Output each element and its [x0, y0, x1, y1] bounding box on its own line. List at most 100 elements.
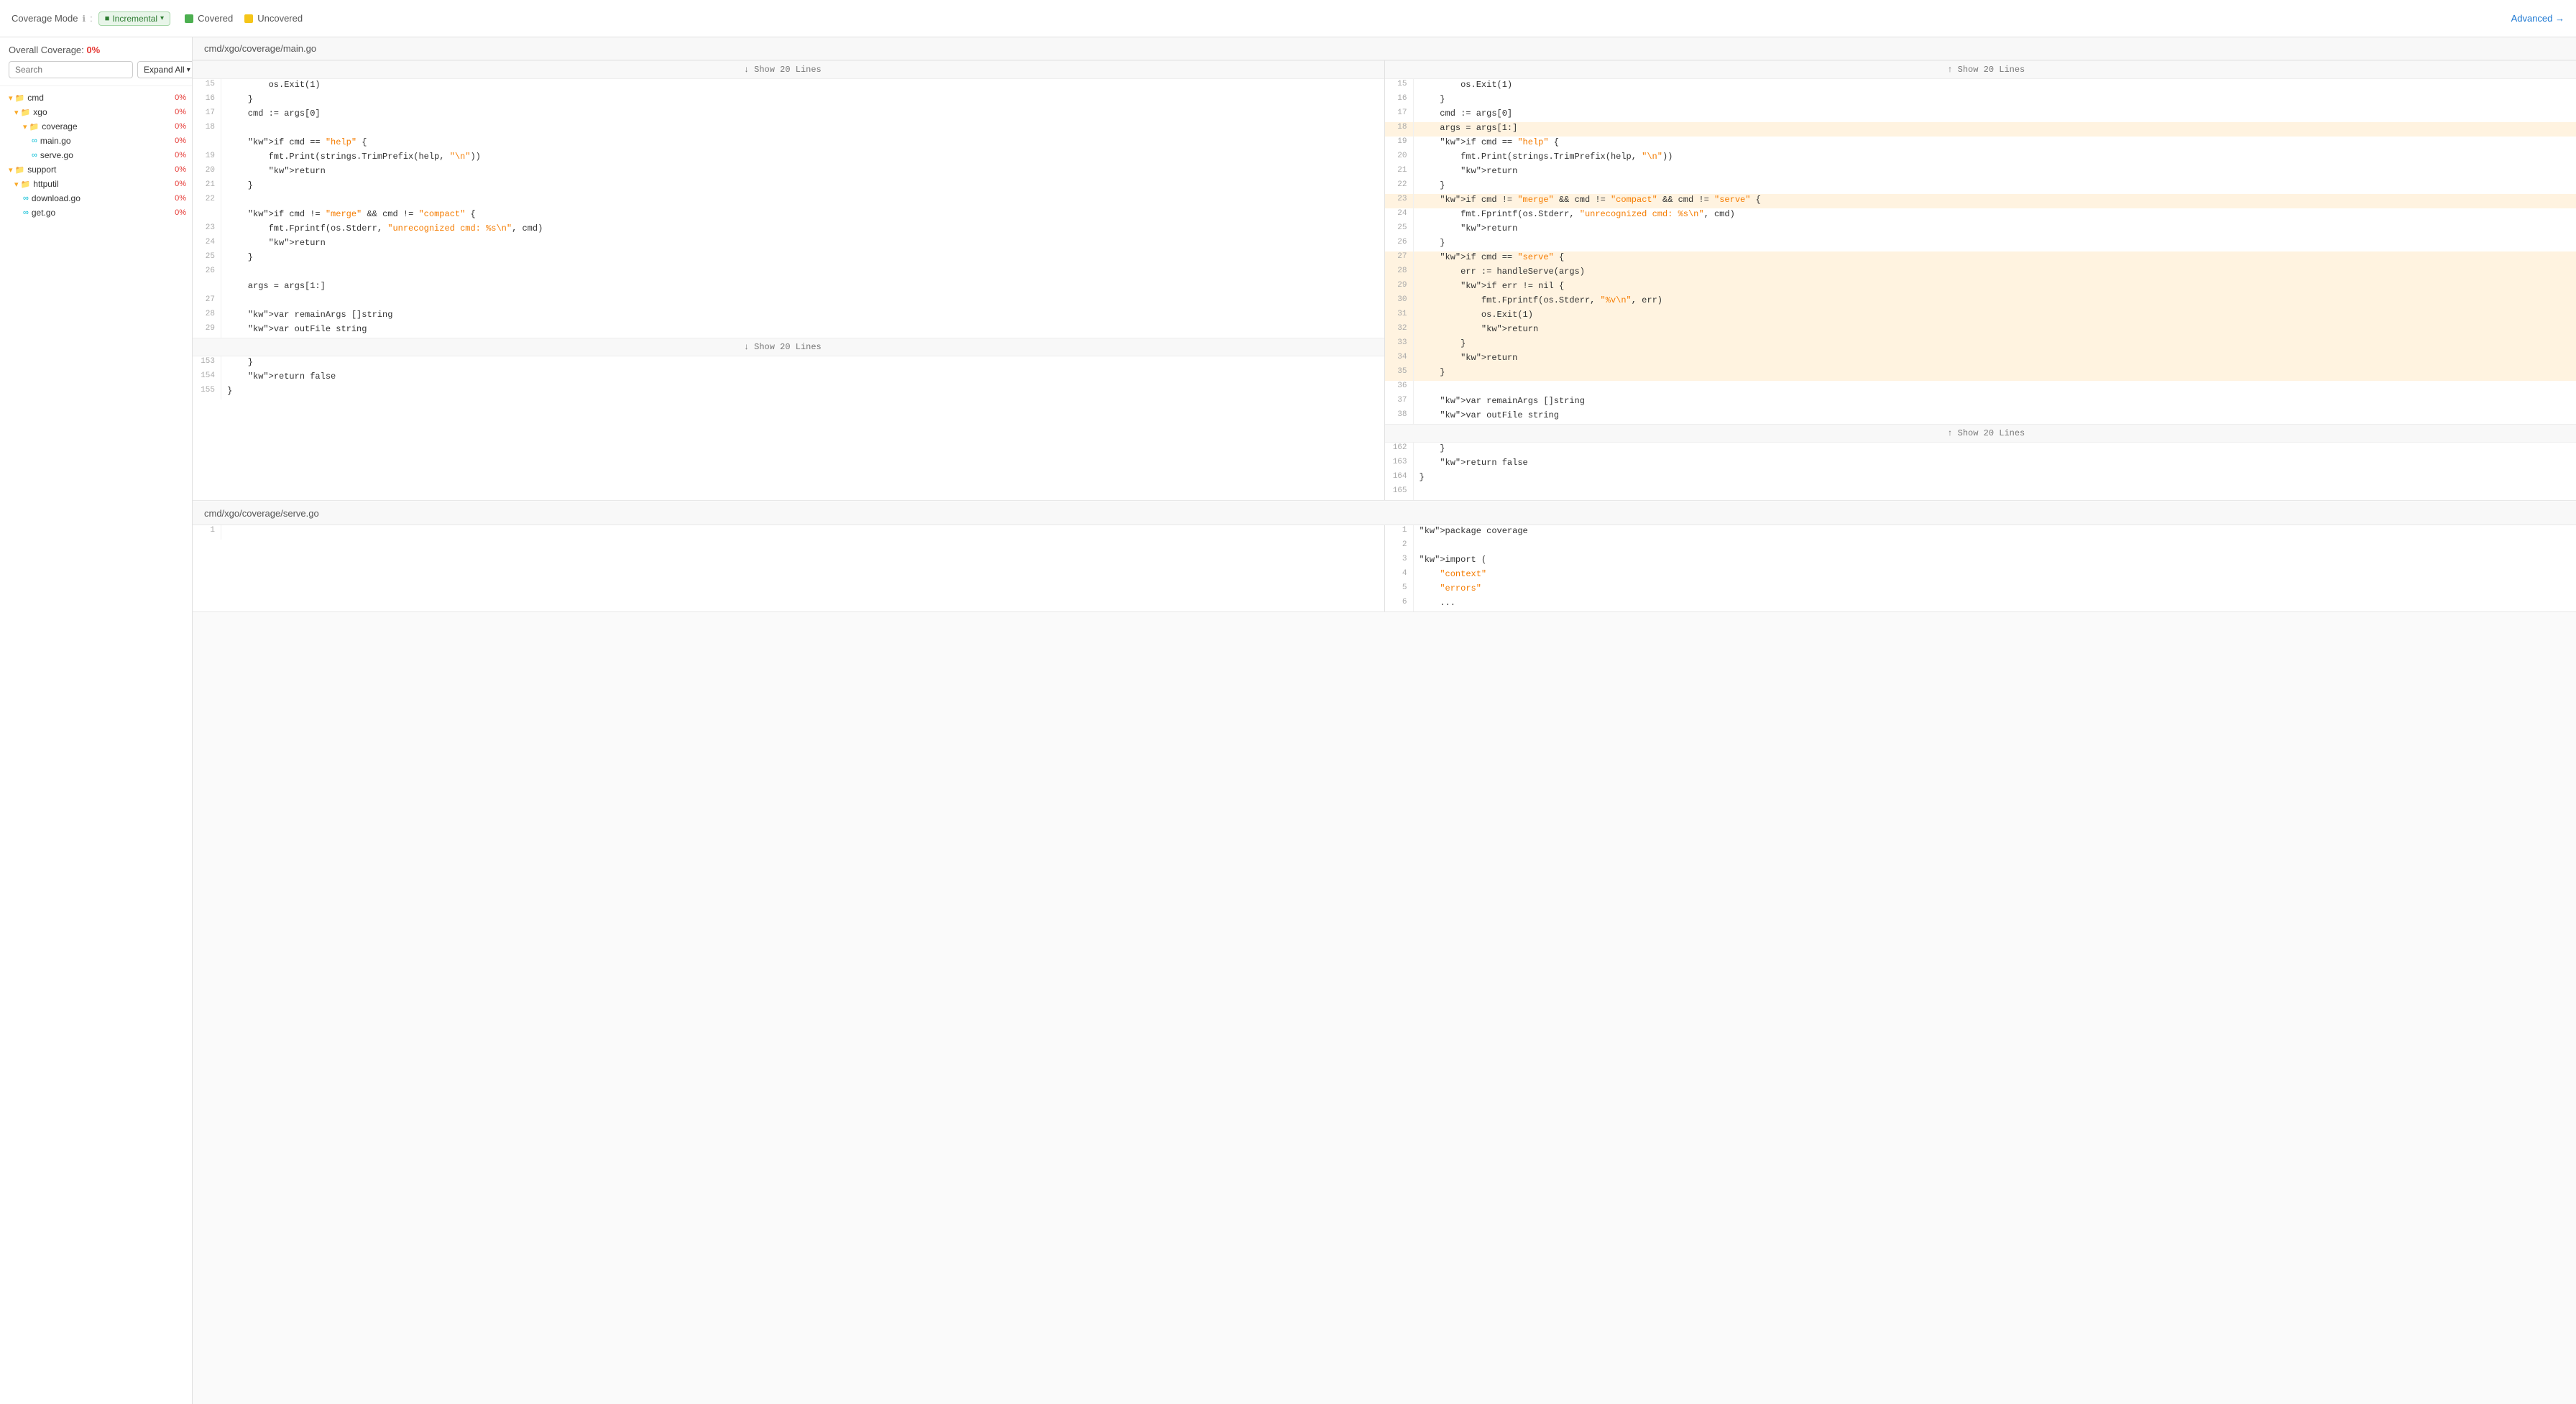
uncovered-legend-item: Uncovered	[244, 13, 303, 24]
right-code-block: ↑ Show 20 Lines15 os.Exit(1)16 }17 cmd :…	[1385, 60, 2576, 500]
tree-item-pct: 0%	[166, 208, 186, 217]
go-file-icon: ∞	[32, 137, 37, 145]
line-content	[221, 122, 1384, 137]
tree-item-main-go[interactable]: ∞main.go0%	[0, 134, 192, 148]
tree-item-get-go[interactable]: ∞get.go0%	[0, 205, 192, 220]
line-content: fmt.Fprintf(os.Stderr, "%v\n", err)	[1414, 295, 2576, 309]
code-row: 18 args = args[1:]	[1385, 122, 2576, 137]
line-number: 38	[1385, 410, 1414, 424]
line-number: 28	[1385, 266, 1414, 280]
show-lines-left-button[interactable]: ↓ Show 20 Lines	[744, 342, 822, 352]
line-number: 18	[193, 122, 221, 137]
tree-item-xgo[interactable]: ▾ 📁xgo0%	[0, 105, 192, 119]
line-number: 17	[1385, 108, 1414, 122]
code-row: 33 }	[1385, 338, 2576, 352]
code-row: 31 os.Exit(1)	[1385, 309, 2576, 323]
tree-item-pct: 0%	[166, 165, 186, 174]
sidebar-controls: Expand All ▾	[9, 61, 183, 78]
tree-item-label: get.go	[32, 208, 166, 218]
coverage-mode-label: Coverage Mode	[12, 13, 78, 24]
line-content: fmt.Print(strings.TrimPrefix(help, "\n")…	[221, 151, 1384, 165]
show-lines-right-button[interactable]: ↑ Show 20 Lines	[1947, 428, 2025, 438]
main-layout: Overall Coverage: 0% Expand All ▾ ▾ 📁cmd…	[0, 37, 2576, 1404]
line-number: 19	[193, 151, 221, 165]
show-lines-bar[interactable]: ↑ Show 20 Lines	[1385, 60, 2576, 79]
line-number: 24	[1385, 208, 1414, 223]
code-row: 163 "kw">return false	[1385, 457, 2576, 471]
expand-all-button[interactable]: Expand All ▾	[137, 61, 193, 78]
line-number: 26	[1385, 237, 1414, 251]
line-content: "kw">var outFile string	[221, 323, 1384, 338]
show-lines-bar[interactable]: ↓ Show 20 Lines	[193, 338, 1384, 356]
line-content	[1414, 540, 2576, 554]
advanced-link[interactable]: Advanced →	[2511, 13, 2564, 24]
coverage-mode-button[interactable]: ■ Incremental ▾	[98, 11, 170, 26]
tree-item-label: httputil	[33, 179, 166, 189]
covered-legend-item: Covered	[185, 13, 233, 24]
go-file-icon: ∞	[23, 208, 29, 217]
line-content: }	[221, 93, 1384, 108]
tree-item-support[interactable]: ▾ 📁support0%	[0, 162, 192, 177]
line-content: "kw">import (	[1414, 554, 2576, 568]
line-number: 5	[1385, 583, 1414, 597]
line-number: 25	[193, 251, 221, 266]
line-content: "kw">return	[221, 165, 1384, 180]
line-content	[1414, 381, 2576, 395]
sidebar: Overall Coverage: 0% Expand All ▾ ▾ 📁cmd…	[0, 37, 193, 1404]
line-number: 1	[1385, 525, 1414, 540]
line-number: 17	[193, 108, 221, 122]
line-content: os.Exit(1)	[1414, 79, 2576, 93]
line-content: "kw">var outFile string	[1414, 410, 2576, 424]
tree-item-httputil[interactable]: ▾ 📁httputil0%	[0, 177, 192, 191]
line-content: args = args[1:]	[221, 280, 1384, 295]
tree-item-label: serve.go	[40, 150, 166, 160]
line-content: cmd := args[0]	[221, 108, 1384, 122]
code-row: 1"kw">package coverage	[1385, 525, 2576, 540]
line-number: 37	[1385, 395, 1414, 410]
tree-item-pct: 0%	[166, 180, 186, 188]
overall-pct: 0%	[86, 45, 100, 55]
expand-chevron-icon: ▾	[187, 66, 190, 74]
line-content: "context"	[1414, 568, 2576, 583]
show-lines-right-button[interactable]: ↑ Show 20 Lines	[1947, 65, 2025, 75]
go-file-icon: ∞	[23, 194, 29, 203]
code-row: 20 "kw">return	[193, 165, 1384, 180]
tree-item-download-go[interactable]: ∞download.go0%	[0, 191, 192, 205]
mode-chevron-icon: ▾	[160, 14, 164, 22]
code-row: 30 fmt.Fprintf(os.Stderr, "%v\n", err)	[1385, 295, 2576, 309]
show-lines-bar[interactable]: ↓ Show 20 Lines	[193, 60, 1384, 79]
line-content	[1414, 486, 2576, 500]
code-row: 26	[193, 266, 1384, 280]
line-number: 3	[1385, 554, 1414, 568]
code-row: 21 }	[193, 180, 1384, 194]
code-row: 2	[1385, 540, 2576, 554]
sidebar-header: Overall Coverage: 0% Expand All ▾	[0, 37, 192, 86]
line-number: 19	[1385, 137, 1414, 151]
code-row: 18	[193, 122, 1384, 137]
line-content: }	[1414, 180, 2576, 194]
line-content: os.Exit(1)	[1414, 309, 2576, 323]
line-content	[221, 194, 1384, 208]
line-content	[221, 266, 1384, 280]
folder-icon: ▾ 📁	[9, 93, 24, 103]
line-content: }	[221, 251, 1384, 266]
search-input[interactable]	[9, 61, 133, 78]
overall-coverage: Overall Coverage: 0%	[9, 45, 183, 55]
tree-item-serve-go[interactable]: ∞serve.go0%	[0, 148, 192, 162]
code-row: 24 fmt.Fprintf(os.Stderr, "unrecognized …	[1385, 208, 2576, 223]
line-content: }	[1414, 366, 2576, 381]
line-number: 27	[1385, 251, 1414, 266]
tree-item-label: cmd	[27, 93, 166, 103]
line-number: 16	[1385, 93, 1414, 108]
file-section: cmd/xgo/coverage/main.go↓ Show 20 Lines1…	[193, 37, 2576, 501]
code-row: 5 "errors"	[1385, 583, 2576, 597]
code-row: 22	[193, 194, 1384, 208]
tree-item-coverage[interactable]: ▾ 📁coverage0%	[0, 119, 192, 134]
line-number: 36	[1385, 381, 1414, 395]
code-row: 17 cmd := args[0]	[1385, 108, 2576, 122]
file-tree: ▾ 📁cmd0%▾ 📁xgo0%▾ 📁coverage0%∞main.go0%∞…	[0, 86, 192, 224]
show-lines-bar[interactable]: ↑ Show 20 Lines	[1385, 424, 2576, 443]
tree-item-cmd[interactable]: ▾ 📁cmd0%	[0, 91, 192, 105]
show-lines-left-button[interactable]: ↓ Show 20 Lines	[744, 65, 822, 75]
code-row: 29 "kw">var outFile string	[193, 323, 1384, 338]
